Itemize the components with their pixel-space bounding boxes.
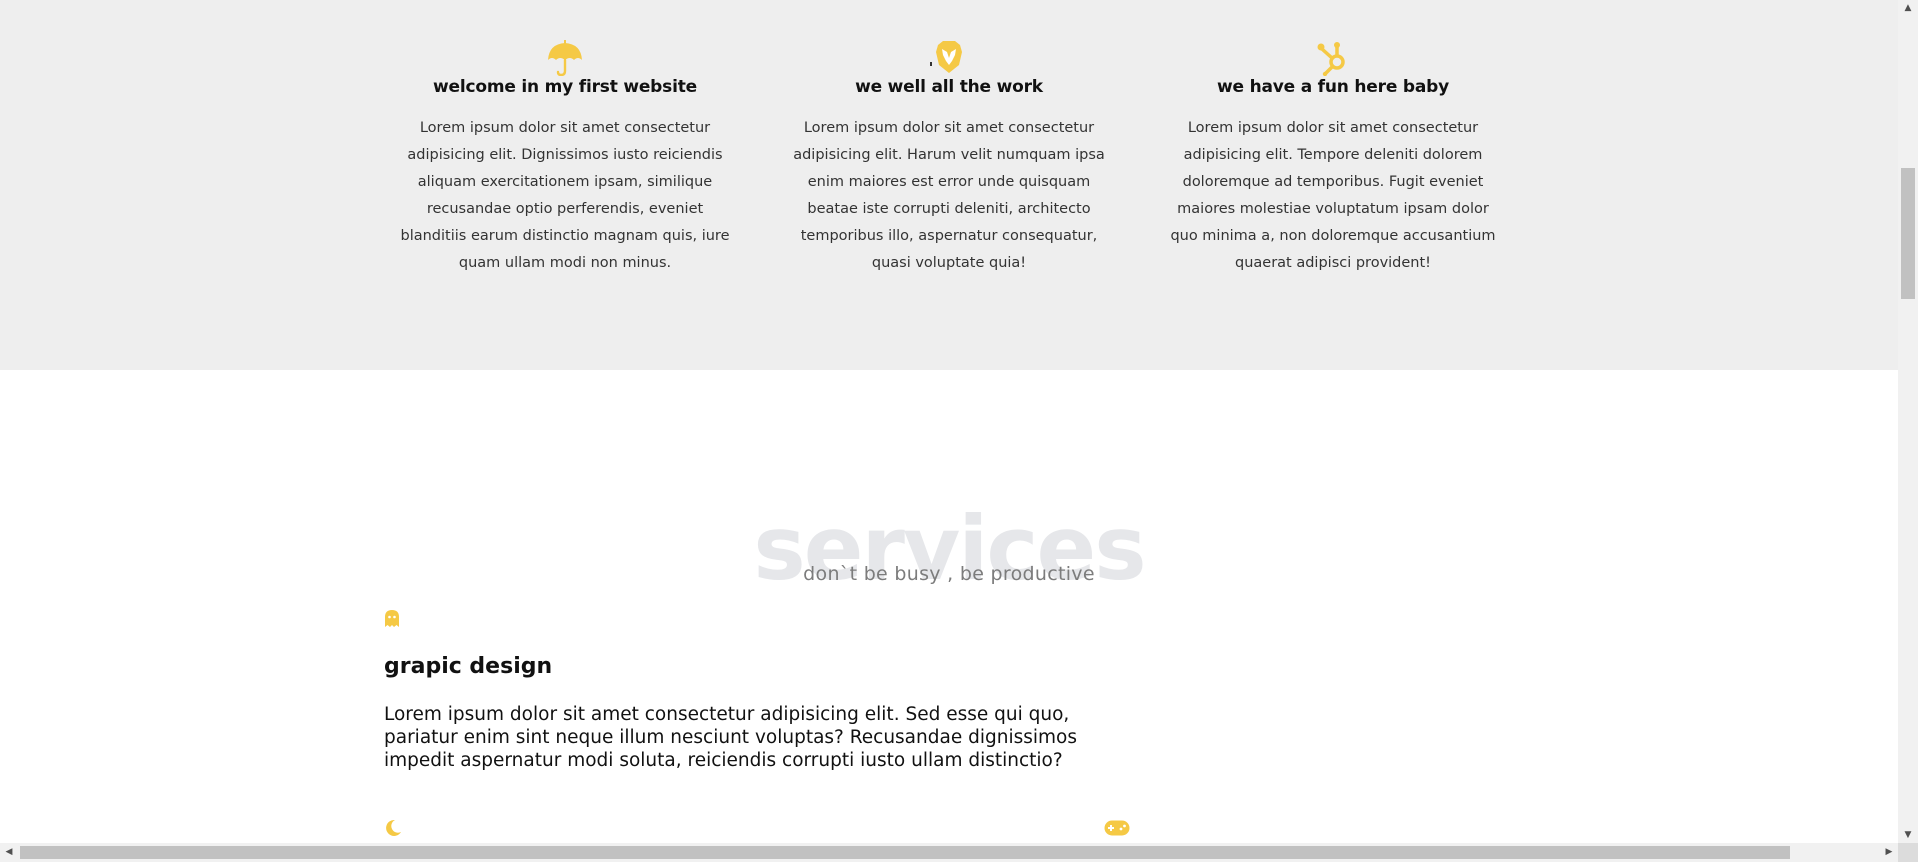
feature-card: we have a fun here baby Lorem ipsum dolo… (1168, 38, 1498, 277)
scroll-up-arrow-icon[interactable]: ▲ (1898, 0, 1918, 16)
features-section: welcome in my first website Lorem ipsum … (0, 0, 1898, 370)
umbrella-icon (545, 38, 585, 76)
services-subtitle: don`t be busy , be productive (803, 563, 1095, 585)
service-text: Lorem ipsum dolor sit amet consectetur a… (384, 704, 1077, 771)
feature-card: we well all the work Lorem ipsum dolor s… (784, 38, 1114, 277)
feature-text: Lorem ipsum dolor sit amet consectetur a… (400, 120, 730, 271)
feature-title: we have a fun here baby (1217, 77, 1449, 97)
feature-text: Lorem ipsum dolor sit amet consectetur a… (1170, 120, 1496, 271)
ghost-icon (384, 609, 400, 628)
feature-title: welcome in my first website (433, 77, 697, 97)
vertical-scroll-thumb[interactable] (1901, 168, 1915, 299)
scroll-left-arrow-icon[interactable]: ◀ (0, 843, 18, 862)
horizontal-scrollbar[interactable]: ◀ ▶ (0, 843, 1898, 862)
page-viewport: welcome in my first website Lorem ipsum … (0, 0, 1898, 843)
scroll-down-arrow-icon[interactable]: ▼ (1898, 827, 1918, 843)
scroll-right-arrow-icon[interactable]: ▶ (1880, 843, 1898, 862)
moon-icon (384, 819, 402, 837)
lion-shield-icon (929, 38, 969, 76)
service-title: grapic design (384, 654, 553, 679)
horizontal-scroll-thumb[interactable] (20, 846, 1790, 859)
gamepad-icon (1104, 820, 1130, 836)
feature-card: welcome in my first website Lorem ipsum … (400, 38, 730, 277)
vertical-scrollbar[interactable]: ▲ ▼ (1898, 0, 1918, 843)
feature-text: Lorem ipsum dolor sit amet consectetur a… (793, 120, 1105, 271)
scrollbar-corner (1898, 843, 1918, 862)
hubspot-icon (1313, 38, 1353, 76)
feature-title: we well all the work (855, 77, 1043, 97)
